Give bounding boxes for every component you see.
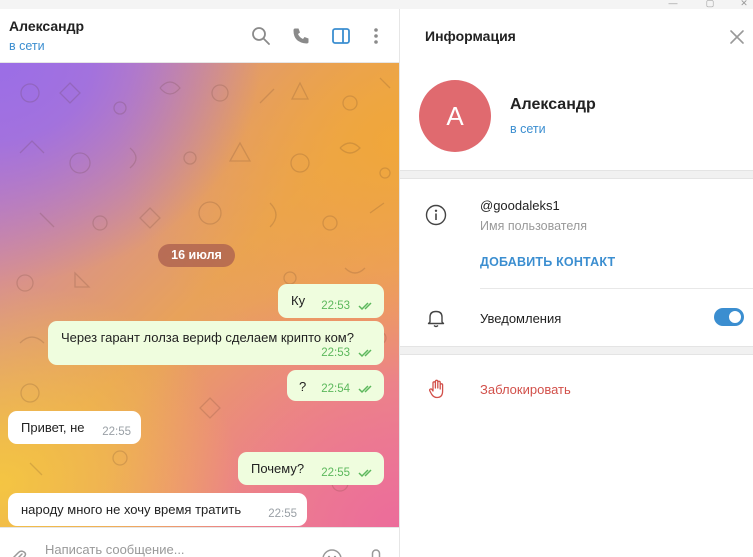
read-check-icon xyxy=(358,385,372,394)
message-outgoing[interactable]: Почему? 22:55 xyxy=(238,452,384,485)
read-check-icon xyxy=(358,349,372,358)
message-text: ? xyxy=(299,379,307,394)
notifications-label: Уведомления xyxy=(480,311,562,326)
minimize-button[interactable]: — xyxy=(666,0,680,8)
profile-name: Александр xyxy=(510,96,596,113)
toggle-knob xyxy=(728,310,742,324)
emoji-icon[interactable] xyxy=(321,548,343,557)
sidebar-toggle-icon[interactable] xyxy=(330,25,352,47)
chat-background: 16 июля Ку 22:53 Через гарант лолза вери… xyxy=(0,63,399,527)
profile-status: в сети xyxy=(510,122,546,136)
message-text: народу много не хочу время тратить xyxy=(21,502,242,517)
add-contact-button[interactable]: ДОБАВИТЬ КОНТАКТ xyxy=(480,255,615,269)
read-check-icon xyxy=(358,469,372,478)
chat-contact-name[interactable]: Александр xyxy=(9,18,84,34)
message-time: 22:55 xyxy=(268,508,297,520)
message-incoming[interactable]: Привет, не 22:55 xyxy=(8,411,141,444)
bell-icon xyxy=(425,307,447,329)
message-text: Привет, не xyxy=(21,420,85,435)
message-time: 22:53 xyxy=(321,347,350,359)
block-hand-icon xyxy=(426,378,448,400)
info-panel: Информация А Александр в сети @goodaleks… xyxy=(399,9,753,557)
block-user-button[interactable]: Заблокировать xyxy=(480,382,571,397)
avatar[interactable]: А xyxy=(419,80,491,152)
section-divider xyxy=(400,346,753,355)
date-separator: 16 июля xyxy=(158,244,235,267)
message-outgoing[interactable]: Ку 22:53 xyxy=(278,284,384,318)
more-vert-icon[interactable] xyxy=(365,25,387,47)
notifications-toggle[interactable] xyxy=(714,308,744,326)
window-titlebar: — ▢ ✕ xyxy=(0,0,753,9)
chat-pane: Александр в сети 16 июля Ку 22:53 Через … xyxy=(0,9,399,557)
read-check-icon xyxy=(358,302,372,311)
info-panel-title: Информация xyxy=(425,28,516,44)
message-time: 22:55 xyxy=(102,426,131,438)
section-divider xyxy=(400,170,753,179)
message-input[interactable]: Написать сообщение... xyxy=(45,542,185,557)
message-outgoing[interactable]: ? 22:54 xyxy=(287,370,384,401)
message-time: 22:55 xyxy=(321,467,350,479)
message-time: 22:53 xyxy=(321,300,350,312)
phone-icon[interactable] xyxy=(290,25,312,47)
maximize-button[interactable]: ▢ xyxy=(703,0,717,8)
chat-contact-status: в сети xyxy=(9,39,45,53)
attach-icon[interactable] xyxy=(8,548,28,557)
microphone-icon[interactable] xyxy=(366,548,386,557)
message-text: Ку xyxy=(291,293,306,308)
username-value[interactable]: @goodaleks1 xyxy=(480,198,560,213)
message-time: 22:54 xyxy=(321,383,350,395)
chat-header[interactable]: Александр в сети xyxy=(0,9,399,63)
message-composer[interactable]: Написать сообщение... xyxy=(0,527,399,557)
close-icon[interactable] xyxy=(728,28,746,46)
message-text: Почему? xyxy=(251,461,305,476)
row-divider xyxy=(480,288,753,289)
message-text: Через гарант лолза вериф сделаем крипто … xyxy=(61,330,354,345)
search-icon[interactable] xyxy=(250,25,272,47)
message-incoming[interactable]: народу много не хочу время тратить 22:55 xyxy=(8,493,307,526)
window-close-button[interactable]: ✕ xyxy=(737,0,751,8)
info-icon xyxy=(425,204,447,226)
username-caption: Имя пользователя xyxy=(480,219,587,233)
message-outgoing[interactable]: Через гарант лолза вериф сделаем крипто … xyxy=(48,321,384,365)
